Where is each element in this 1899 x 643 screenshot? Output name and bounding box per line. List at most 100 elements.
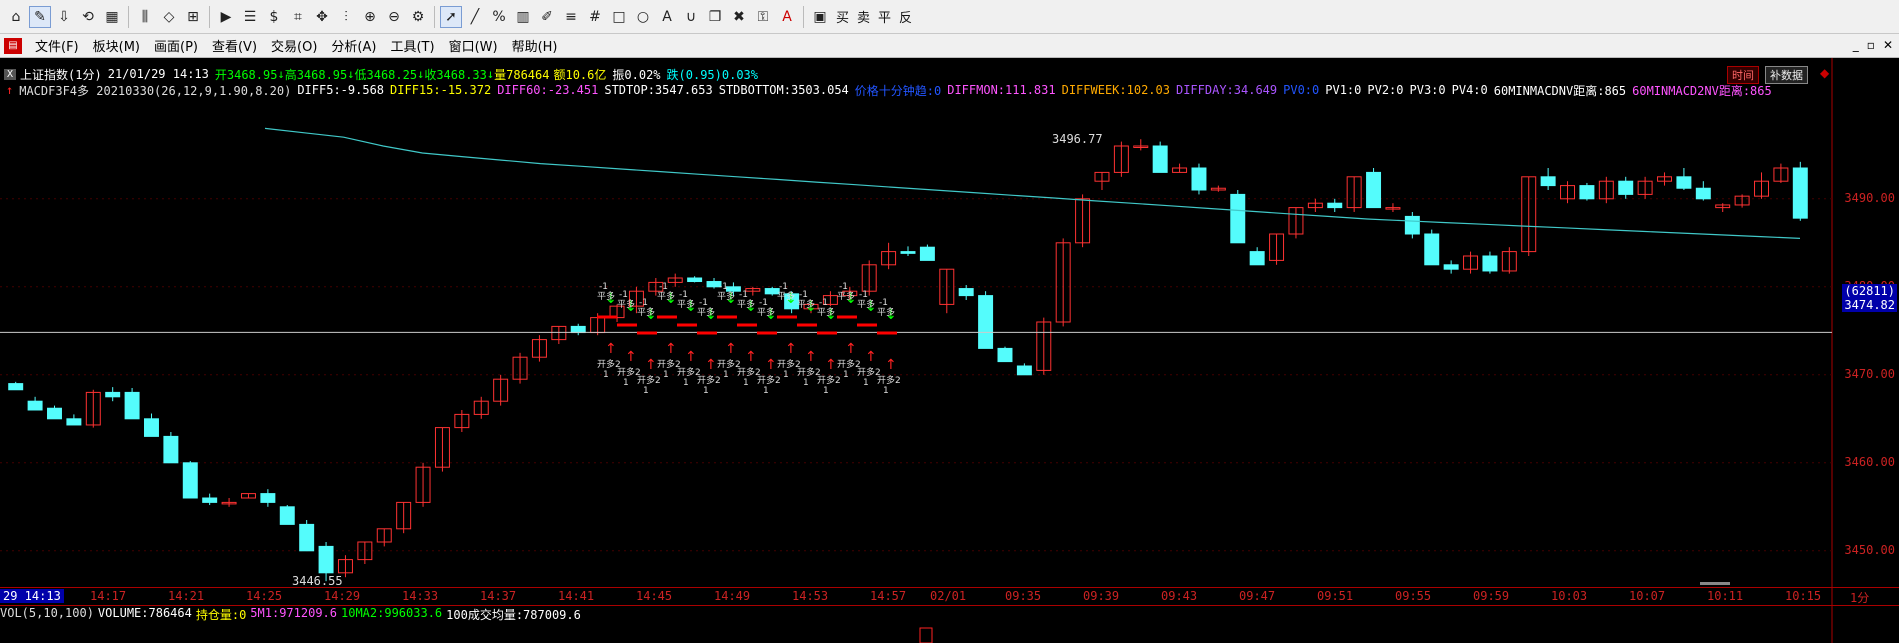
menu-view[interactable]: 查看(V) <box>205 36 264 55</box>
download-icon[interactable]: ⇩ <box>53 6 75 28</box>
copy-icon[interactable]: ❐ <box>704 6 726 28</box>
menu-sector[interactable]: 板块(M) <box>86 36 147 55</box>
signal-label: 平多 <box>657 290 675 302</box>
table-icon[interactable]: ▥ <box>512 6 534 28</box>
volume-value: 100成交均量:787009.6 <box>446 608 581 622</box>
menu-tools[interactable]: 工具(T) <box>383 36 441 55</box>
trade-button-0[interactable]: 买 <box>832 7 853 26</box>
candle-body <box>27 400 43 411</box>
home-icon[interactable]: ⌂ <box>5 6 27 28</box>
zoom-out-icon[interactable]: ⊖ <box>383 6 405 28</box>
candle-body <box>1152 145 1168 173</box>
signal-label: -1 <box>819 298 828 308</box>
pen-icon[interactable]: ✐ <box>536 6 558 28</box>
trade-button-2[interactable]: 平 <box>874 7 895 26</box>
hlines-icon[interactable]: ≡ <box>560 6 582 28</box>
x-tick-label: 09:39 <box>1083 589 1120 603</box>
indicator-value: 价格十分钟趋:0 <box>854 83 942 98</box>
signal-label: 平多 <box>697 306 715 318</box>
x-tick-label: 14:49 <box>714 589 751 603</box>
menu-trade[interactable]: 交易(O) <box>264 36 324 55</box>
indicator-value: STDTOP:3547.653 <box>604 83 713 97</box>
note-icon[interactable]: ☰ <box>239 6 261 28</box>
grid-icon[interactable]: ⊞ <box>182 6 204 28</box>
pan-icon[interactable]: ✥ <box>311 6 333 28</box>
caliper-icon[interactable]: ⫶ <box>335 6 357 28</box>
lock-icon[interactable]: ⚿ <box>752 6 774 28</box>
indicator-value: STDBOTTOM:3503.054 <box>718 83 849 97</box>
text-a-icon[interactable]: A <box>656 6 678 28</box>
candle-body <box>1618 180 1634 195</box>
play-icon[interactable]: ▶ <box>215 6 237 28</box>
settings-icon[interactable]: ⚙ <box>407 6 429 28</box>
menu-file[interactable]: 文件(F) <box>28 36 86 55</box>
buy-arrow-icon: ↑ <box>645 357 657 373</box>
indicator-value: DIFFMON:111.831 <box>947 83 1056 97</box>
percent-icon[interactable]: % <box>488 6 510 28</box>
signal-label: 平多 <box>857 298 875 310</box>
line-icon[interactable]: ╱ <box>464 6 486 28</box>
signal-label: 开多2 <box>877 374 901 386</box>
quote-amplitude: 振0.02% <box>612 67 661 82</box>
rect-icon[interactable]: □ <box>608 6 630 28</box>
indicator-value: DIFF5:-9.568 <box>297 83 385 97</box>
volume-value: 持仓量:0 <box>195 608 247 622</box>
dollar-icon[interactable]: $ <box>263 6 285 28</box>
candle-body <box>1249 251 1265 266</box>
draw-icon[interactable]: ✎ <box>29 5 51 28</box>
font-a-icon[interactable]: A <box>776 6 798 28</box>
hash-icon[interactable]: # <box>584 6 606 28</box>
toolbar-separator <box>803 5 804 28</box>
buy-arrow-icon: ↑ <box>745 349 757 365</box>
indicator-value: PV0:0 <box>1283 83 1320 97</box>
candle-body <box>978 295 994 349</box>
signal-label: 开多2 <box>637 374 661 386</box>
menu-window[interactable]: 窗口(W) <box>442 36 505 55</box>
scroll-thumb <box>1700 582 1730 585</box>
diamond-icon[interactable]: ◇ <box>158 6 180 28</box>
x-tick-label: 09:55 <box>1395 589 1432 603</box>
indicator-value: PV3:0 <box>1409 83 1446 97</box>
buy-arrow-icon: ↑ <box>765 357 777 373</box>
layout-icon[interactable]: ▦ <box>101 6 123 28</box>
box-icon[interactable]: ▣ <box>809 6 831 28</box>
minimize-icon[interactable]: _ <box>1853 38 1859 52</box>
menu-help[interactable]: 帮助(H) <box>505 36 565 55</box>
sync-icon[interactable]: ⟲ <box>77 6 99 28</box>
trash-icon[interactable]: ✖ <box>728 6 750 28</box>
candlestick-chart[interactable]: 3496.773446.55↓↑-1平多开多21↓↑-1平多开多21↓↑-1平多… <box>0 58 1899 643</box>
trade-button-1[interactable]: 卖 <box>853 7 874 26</box>
signal-label: 1 <box>623 378 629 388</box>
candle-body <box>919 246 935 261</box>
main-toolbar: ⌂ ✎ ⇩ ⟲ ▦ ⫼ ◇ ⊞ ▶ ☰ $ ⌗ ✥ ⫶ ⊕ ⊖ ⚙ ➚ ╱% ▥ ✐ ≡ # □ ○ A ∪ ❐ ✖ ⚿ A ▣ 买卖平反 <box>0 0 1899 34</box>
menu-bar: ▤ 文件(F) 板块(M) 画面(P) 查看(V) 交易(O) 分析(A) 工具… <box>0 34 1899 58</box>
candle-body <box>182 462 198 499</box>
volume-bar <box>919 627 933 643</box>
candle-body <box>1191 167 1207 191</box>
diamond-icon[interactable]: ◆ <box>1820 66 1829 80</box>
signal-label: 1 <box>683 378 689 388</box>
indicator-value: PV4:0 <box>1451 83 1488 97</box>
volume-info-line: VOL(5,10,100) VOLUME:786464 持仓量:0 5M1:97120… <box>0 606 581 622</box>
signal-label: 平多 <box>717 290 735 302</box>
menu-analysis[interactable]: 分析(A) <box>324 36 383 55</box>
trade-button-3[interactable]: 反 <box>895 7 916 26</box>
chart-area[interactable]: 3496.77 3446.55 ↓ ↑ -1 平多 开多2 1 ↓ ↑ -1 平多 开多2 1 ↓ ↑ -1 平多… <box>0 58 1899 643</box>
restore-icon[interactable]: ▫ <box>1867 38 1875 52</box>
x-tick-label: 1分 <box>1850 591 1870 605</box>
x-axis: 29 14:13 14:17 14:21 14:25 14:29 14:33 14:37 1… <box>0 587 1899 606</box>
circle-icon[interactable]: ○ <box>632 6 654 28</box>
x-tick-label: 14:21 <box>168 589 205 603</box>
x-tick-label: 10:15 <box>1785 589 1822 603</box>
scan-icon[interactable]: ⌗ <box>287 6 309 28</box>
candle-body <box>299 523 315 552</box>
magnet-icon[interactable]: ∪ <box>680 6 702 28</box>
menu-view-screen[interactable]: 画面(P) <box>147 36 205 55</box>
buy-arrow-icon: ↑ <box>865 349 877 365</box>
volume-value: VOL(5,10,100) <box>0 606 94 620</box>
close-icon[interactable]: ✕ <box>1883 38 1893 52</box>
bars-icon[interactable]: ⫼ <box>134 6 156 28</box>
cursor-icon[interactable]: ➚ <box>440 5 462 28</box>
zoom-in-icon[interactable]: ⊕ <box>359 6 381 28</box>
close-chart-icon[interactable]: X <box>4 68 17 80</box>
